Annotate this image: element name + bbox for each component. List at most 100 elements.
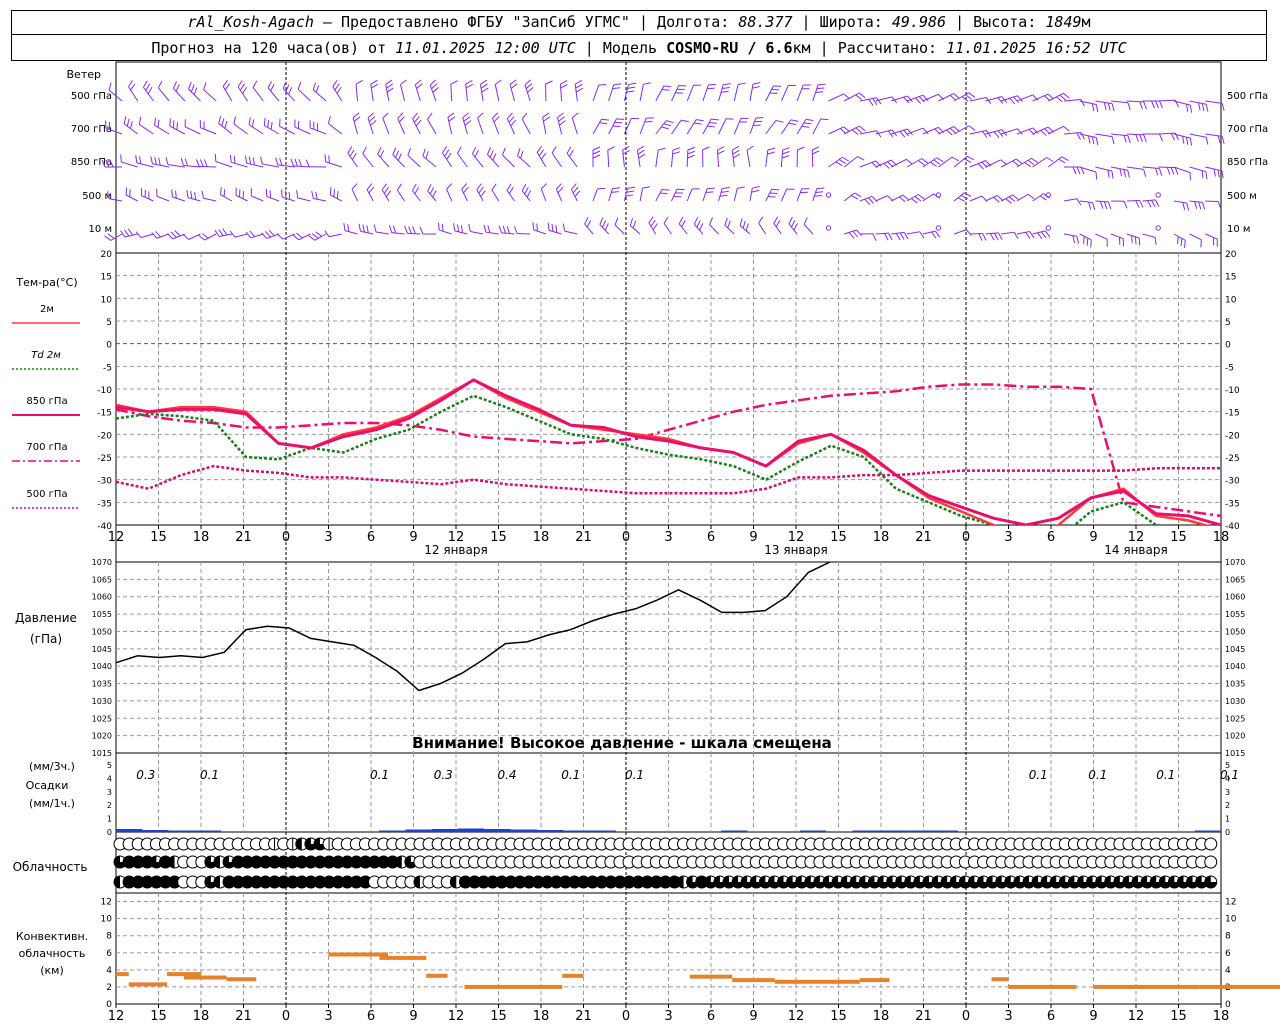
wind-barb bbox=[157, 80, 170, 102]
wind-barb-shaft bbox=[663, 223, 672, 235]
temp-tick-right: 0 bbox=[1225, 341, 1231, 351]
wind-barb-shaft bbox=[154, 124, 170, 135]
wind-barb bbox=[282, 81, 296, 102]
wind-barb-shaft bbox=[407, 232, 421, 235]
wind-barb-shaft bbox=[780, 188, 788, 202]
pressure-tick-right: 1070 bbox=[1225, 558, 1245, 567]
wind-barb bbox=[373, 224, 389, 235]
wind-barb-feather bbox=[1138, 237, 1141, 246]
wind-barb bbox=[453, 223, 468, 235]
wind-barb-feather bbox=[264, 231, 271, 238]
wind-barb bbox=[1111, 200, 1128, 209]
wind-barb bbox=[718, 83, 731, 102]
wind-barb-shaft bbox=[1142, 233, 1156, 238]
wind-barb bbox=[739, 218, 751, 235]
wind-barb-feather bbox=[347, 224, 350, 232]
wind-barb-feather bbox=[460, 225, 464, 233]
precip-bar bbox=[878, 830, 906, 832]
wind-barb bbox=[182, 233, 201, 240]
day-label: 14 января bbox=[1104, 543, 1167, 557]
wind-barb-shaft bbox=[1001, 231, 1015, 235]
time-tick-label: 9 bbox=[749, 530, 757, 545]
wind-barb-shaft bbox=[1095, 200, 1109, 203]
bottom-time-tick-label: 9 bbox=[749, 1009, 757, 1024]
wind-barb-feather bbox=[427, 112, 433, 120]
wind-barb-feather bbox=[477, 112, 484, 119]
wind-barb-shaft bbox=[400, 84, 406, 102]
temp-tick-right: 10 bbox=[1225, 295, 1237, 305]
wind-barb-shaft bbox=[803, 224, 814, 235]
wind-barb-feather bbox=[687, 154, 695, 159]
wind-barb bbox=[731, 145, 741, 168]
wind-barb-shaft bbox=[1048, 125, 1064, 135]
conv-segment bbox=[128, 982, 167, 987]
wind-barb bbox=[1064, 166, 1085, 175]
wind-barb-shaft bbox=[533, 229, 547, 235]
wind-barb-feather bbox=[491, 183, 497, 191]
time-tick-label: 12 bbox=[108, 530, 125, 545]
pressure-tick-right: 1060 bbox=[1225, 593, 1245, 602]
wind-barb bbox=[859, 160, 882, 169]
wind-barb-shaft bbox=[731, 150, 735, 168]
wind-barb-feather bbox=[1159, 100, 1163, 109]
wind-barb-feather bbox=[746, 145, 754, 151]
wind-barb-shaft bbox=[875, 96, 893, 102]
wind-barb bbox=[509, 79, 518, 102]
conv-segment bbox=[426, 973, 448, 978]
wind-barb bbox=[566, 146, 578, 168]
wind-barb-shaft bbox=[330, 194, 343, 202]
wind-barb-feather bbox=[1013, 96, 1019, 104]
wind-barb-feather bbox=[558, 116, 565, 122]
wind-barb bbox=[671, 188, 685, 202]
wind-barb-feather bbox=[355, 80, 363, 85]
wind-barb-feather bbox=[261, 232, 268, 239]
wind-barb bbox=[796, 118, 814, 135]
wind-barb bbox=[450, 80, 458, 102]
wind-barb-feather bbox=[1072, 235, 1076, 244]
wind-barb bbox=[891, 128, 913, 138]
wind-barb-shaft bbox=[215, 160, 233, 168]
pressure-tick-right: 1045 bbox=[1225, 645, 1245, 654]
wind-barb-feather bbox=[626, 90, 635, 93]
wind-barb-shaft bbox=[407, 155, 421, 168]
wind-barb-shaft bbox=[828, 93, 845, 102]
wind-barb-shaft bbox=[614, 224, 625, 235]
wind-barb-feather bbox=[502, 225, 507, 234]
wind-barb-shaft bbox=[655, 189, 663, 202]
wind-barb-feather bbox=[1200, 239, 1202, 248]
wind-barb-feather bbox=[726, 118, 734, 120]
precip-bar bbox=[905, 830, 932, 832]
wind-barb-shaft bbox=[203, 197, 217, 202]
wind-barb bbox=[513, 226, 531, 235]
wind-barb-shaft bbox=[859, 130, 877, 135]
wind-barb-feather bbox=[717, 146, 725, 151]
wind-barb bbox=[498, 225, 515, 235]
wind-barb-shaft bbox=[167, 164, 185, 168]
wind-barb-feather bbox=[509, 79, 517, 85]
wind-barb-feather bbox=[465, 79, 473, 85]
wind-barb-feather bbox=[1111, 136, 1115, 145]
wind-barb-shaft bbox=[629, 225, 641, 235]
wind-barb-feather bbox=[1201, 103, 1205, 112]
wind-barb-shaft bbox=[739, 225, 751, 235]
wind-barb-feather bbox=[1186, 137, 1189, 145]
wind-barb bbox=[494, 79, 502, 102]
wind-barb-feather bbox=[1025, 232, 1031, 239]
wind-barb bbox=[592, 84, 607, 102]
bottom-time-tick-label: 12 bbox=[788, 1009, 805, 1024]
wind-barb-feather bbox=[724, 217, 728, 226]
wind-barb-feather bbox=[597, 187, 606, 190]
wind-barb-feather bbox=[1088, 135, 1091, 144]
wind-barb bbox=[875, 195, 894, 202]
wind-barb bbox=[1126, 200, 1144, 208]
wind-barb-shaft bbox=[248, 124, 264, 135]
wind-barb-shaft bbox=[686, 188, 693, 202]
wind-barb bbox=[220, 187, 233, 202]
wind-barb bbox=[237, 80, 249, 102]
wind-barb-feather bbox=[290, 158, 294, 166]
wind-barb bbox=[536, 145, 547, 168]
wind-barb bbox=[465, 79, 473, 102]
wind-barb-feather bbox=[222, 228, 228, 236]
wind-barb-shaft bbox=[184, 126, 201, 135]
wind-barb-feather bbox=[180, 158, 185, 166]
